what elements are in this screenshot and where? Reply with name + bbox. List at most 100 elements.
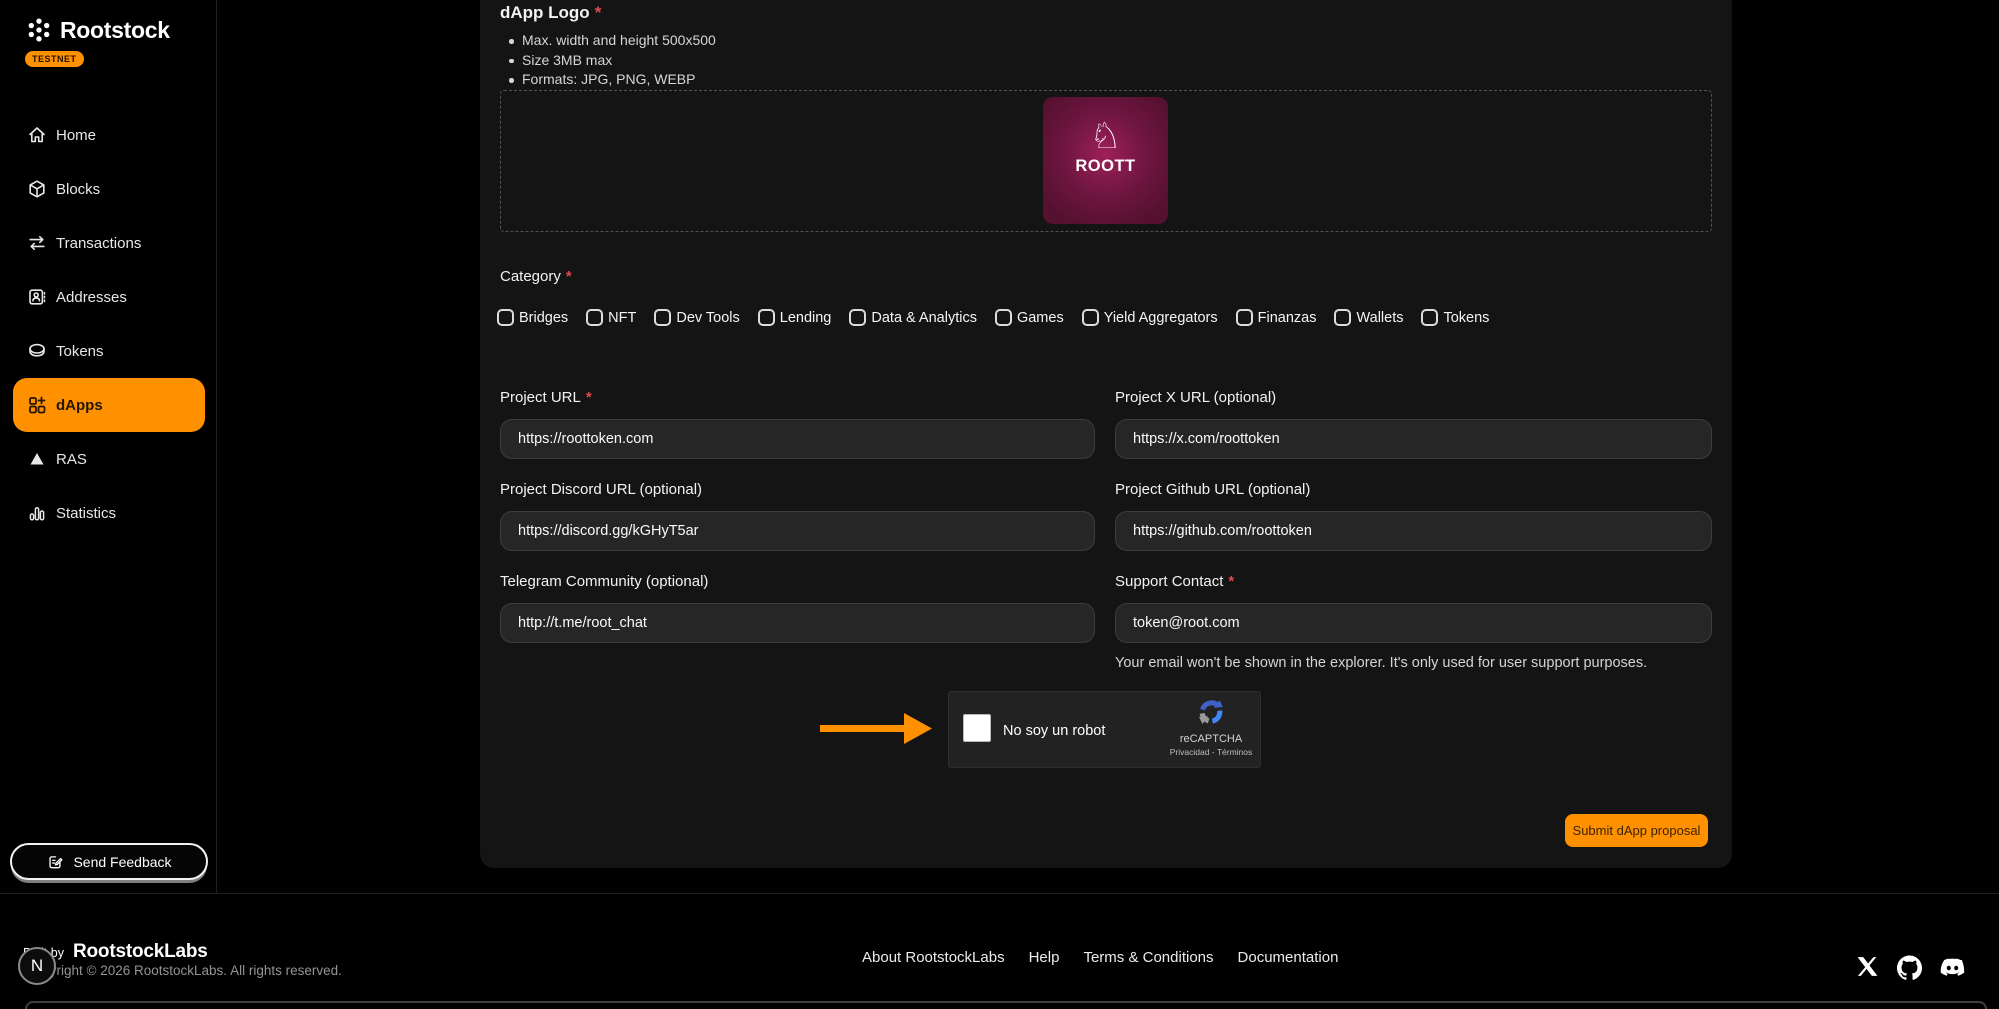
dapp-logo-preview: ♘ ROOTT [1043,97,1168,224]
checkbox[interactable] [1334,309,1351,326]
sidebar: Rootstock TESTNET Home Blocks [0,0,217,893]
project-url-label: Project URL* [500,389,592,406]
sidebar-item-tokens[interactable]: Tokens [13,324,205,378]
logo-rule: Formats: JPG, PNG, WEBP [522,70,716,90]
checkbox[interactable] [654,309,671,326]
recaptcha-logo: reCAPTCHA Privacidad - Términos [1169,697,1253,757]
telegram-community-label: Telegram Community (optional) [500,573,708,590]
github-icon[interactable] [1897,955,1922,980]
logo-rule: Max. width and height 500x500 [522,31,716,51]
coin-icon [27,341,47,361]
support-contact-helper: Your email won't be shown in the explore… [1115,655,1647,671]
category-options: Bridges NFT Dev Tools Lending Data & Ana… [497,309,1489,326]
required-asterisk: * [595,3,602,22]
checkbox[interactable] [849,309,866,326]
sidebar-item-label: Addresses [56,289,127,306]
support-contact-input[interactable] [1115,603,1712,643]
footer-links: About RootstockLabs Help Terms & Conditi… [862,949,1338,966]
footer-link-terms[interactable]: Terms & Conditions [1083,949,1213,966]
dapp-logo-preview-text: ROOTT [1075,157,1135,176]
apps-plus-icon [27,395,47,415]
sidebar-item-addresses[interactable]: Addresses [13,270,205,324]
category-option-yield-aggregators[interactable]: Yield Aggregators [1082,309,1218,326]
brand-name: Rootstock [60,17,170,44]
recaptcha-widget: No soy un robot reCAPTCHA Privacidad - T… [948,691,1261,768]
category-option-finanzas[interactable]: Finanzas [1236,309,1317,326]
testnet-badge: TESTNET [25,51,84,67]
overlay-avatar[interactable]: N [18,947,56,985]
category-option-tokens[interactable]: Tokens [1421,309,1489,326]
recaptcha-brand: reCAPTCHA [1169,733,1253,745]
project-github-url-input[interactable] [1115,511,1712,551]
sidebar-item-label: Home [56,127,96,144]
sidebar-item-label: Statistics [56,505,116,522]
recaptcha-checkbox[interactable] [963,714,991,742]
recaptcha-label: No soy un robot [1003,692,1105,769]
feedback-note-icon [46,853,64,871]
home-icon [27,125,47,145]
category-option-nft[interactable]: NFT [586,309,636,326]
project-x-url-input[interactable] [1115,419,1712,459]
telegram-community-input[interactable] [500,603,1095,643]
footer-link-about[interactable]: About RootstockLabs [862,949,1005,966]
footer-socials [1855,954,1966,981]
footer-brand[interactable]: RootstockLabs [73,941,208,963]
category-option-data-analytics[interactable]: Data & Analytics [849,309,977,326]
copyright-text: Copyright © 2026 RootstockLabs. All righ… [25,963,342,978]
logo-rule: Size 3MB max [522,51,716,71]
bar-chart-icon [27,503,47,523]
discord-icon[interactable] [1939,954,1966,981]
sidebar-nav: Home Blocks Transactions [13,108,205,540]
sidebar-item-blocks[interactable]: Blocks [13,162,205,216]
category-option-games[interactable]: Games [995,309,1064,326]
checkbox[interactable] [758,309,775,326]
pointer-arrow [820,706,932,750]
required-asterisk: * [566,268,572,285]
sidebar-item-label: Blocks [56,181,100,198]
sidebar-item-label: Transactions [56,235,141,252]
checkbox[interactable] [1082,309,1099,326]
project-discord-url-input[interactable] [500,511,1095,551]
x-twitter-icon[interactable] [1855,955,1880,980]
checkbox[interactable] [497,309,514,326]
sidebar-item-dapps[interactable]: dApps [13,378,205,432]
recaptcha-links[interactable]: Privacidad - Términos [1169,747,1253,757]
triangle-icon [27,449,47,469]
contact-card-icon [27,287,47,307]
sidebar-item-label: RAS [56,451,87,468]
footer-link-help[interactable]: Help [1029,949,1060,966]
checkbox[interactable] [1421,309,1438,326]
project-github-url-label: Project Github URL (optional) [1115,481,1310,498]
rootstock-flower-icon [25,16,53,44]
arrows-swap-icon [27,233,47,253]
category-option-wallets[interactable]: Wallets [1334,309,1403,326]
category-option-lending[interactable]: Lending [758,309,832,326]
sidebar-item-ras[interactable]: RAS [13,432,205,486]
project-discord-url-label: Project Discord URL (optional) [500,481,702,498]
submit-dapp-proposal-button[interactable]: Submit dApp proposal [1565,814,1708,847]
sidebar-item-label: dApps [56,397,103,414]
knight-icon: ♘ [1089,120,1121,154]
checkbox[interactable] [1236,309,1253,326]
checkbox[interactable] [995,309,1012,326]
sidebar-item-statistics[interactable]: Statistics [13,486,205,540]
dapp-logo-label: dApp Logo* [500,3,601,23]
recaptcha-icon [1196,697,1226,727]
project-url-input[interactable] [500,419,1095,459]
sidebar-item-label: Tokens [56,343,104,360]
support-contact-label: Support Contact* [1115,573,1234,590]
rootstock-logo[interactable]: Rootstock [25,16,170,44]
sidebar-item-home[interactable]: Home [13,108,205,162]
category-label: Category* [500,268,572,285]
bottom-sheet-edge [25,1001,1987,1009]
sidebar-item-transactions[interactable]: Transactions [13,216,205,270]
footer-link-documentation[interactable]: Documentation [1238,949,1339,966]
logo-rules-list: Max. width and height 500x500 Size 3MB m… [522,31,716,90]
footer: Built by RootstockLabs Copyright © 2026 … [0,893,1999,1004]
send-feedback-button[interactable]: Send Feedback [10,843,208,880]
send-feedback-label: Send Feedback [73,854,171,870]
checkbox[interactable] [586,309,603,326]
category-option-dev-tools[interactable]: Dev Tools [654,309,739,326]
category-option-bridges[interactable]: Bridges [497,309,568,326]
cube-icon [27,179,47,199]
